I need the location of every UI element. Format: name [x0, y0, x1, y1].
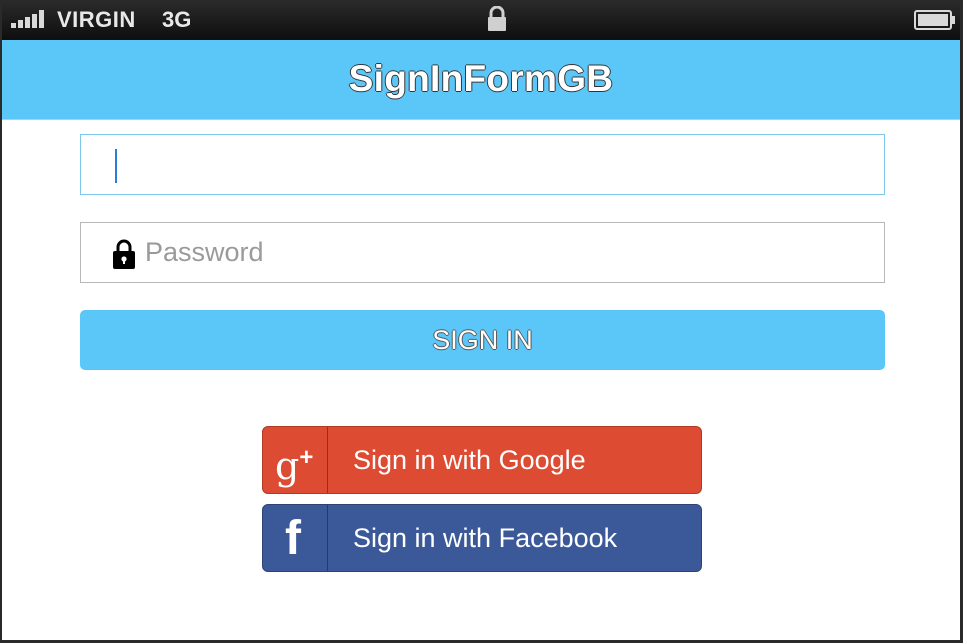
app-screen: VIRGIN 3G SignInFormGB Password SIGN IN: [0, 0, 963, 643]
navigation-bar: SignInFormGB: [2, 40, 960, 120]
page-title: SignInFormGB: [348, 58, 614, 99]
network-type: 3G: [162, 7, 192, 32]
password-placeholder: Password: [145, 237, 264, 267]
lock-icon: [113, 239, 135, 269]
sign-in-facebook-button[interactable]: f Sign in with Facebook: [262, 504, 702, 572]
facebook-icon: f: [263, 505, 328, 571]
sign-in-google-button[interactable]: g+ Sign in with Google: [262, 426, 702, 494]
google-button-label: Sign in with Google: [353, 445, 586, 475]
username-input[interactable]: [80, 134, 885, 195]
signal-icon: [11, 10, 51, 28]
status-bar: VIRGIN 3G: [2, 0, 960, 40]
password-input[interactable]: Password: [80, 222, 885, 283]
sign-in-button[interactable]: SIGN IN: [80, 310, 885, 370]
lock-icon: [488, 6, 506, 31]
carrier-name: VIRGIN: [57, 7, 136, 32]
facebook-button-label: Sign in with Facebook: [353, 523, 618, 553]
battery-icon: [914, 10, 955, 30]
text-cursor: [115, 149, 117, 183]
google-plus-icon: g+: [263, 427, 328, 493]
